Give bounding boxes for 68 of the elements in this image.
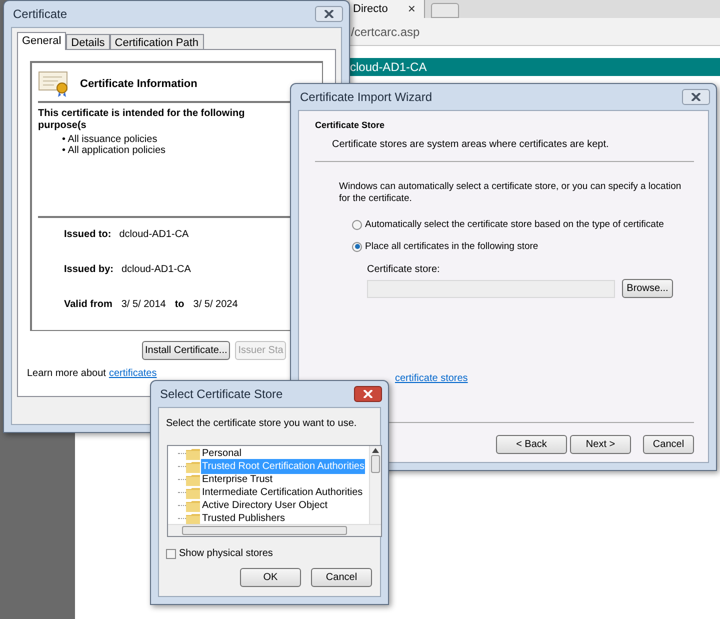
folder-icon: [186, 460, 200, 472]
new-tab-button[interactable]: [431, 3, 459, 18]
scroll-thumb[interactable]: [371, 455, 380, 473]
intro-text: Windows can automatically select a certificate store, or you can specify a location for the certificate.: [339, 180, 682, 204]
store-item[interactable]: Enterprise Trust: [201, 472, 274, 487]
tab-close[interactable]: ×: [408, 0, 416, 19]
dialog-button[interactable]: OK: [240, 568, 301, 587]
dialog-button[interactable]: Install Certificate...: [142, 341, 230, 360]
checkbox-label: Show physical stores: [179, 547, 273, 561]
folder-icon: [186, 448, 200, 460]
dialog-button[interactable]: Next >: [570, 435, 631, 454]
folder-icon: [186, 474, 200, 486]
window-title: Certificate: [13, 6, 68, 23]
address-text[interactable]: /certcarc.asp: [351, 22, 420, 40]
close-icon: [691, 93, 701, 101]
certificate-store-field[interactable]: [367, 280, 615, 298]
radio-label: Automatically select the certificate store based on the type of certificate: [365, 218, 664, 232]
purpose-item: • All application policies: [62, 145, 167, 156]
store-item[interactable]: Intermediate Certification Authorities: [201, 485, 364, 500]
dialog-button[interactable]: Cancel: [643, 435, 694, 454]
checkbox[interactable]: [166, 548, 176, 558]
certificates-link[interactable]: certificates: [108, 366, 157, 381]
certificate-stores-link[interactable]: certificate stores: [395, 371, 694, 386]
browser-tab[interactable]: Directo ×: [350, 0, 425, 18]
dialog-button[interactable]: Browse...: [622, 279, 673, 298]
store-item[interactable]: Personal: [201, 446, 242, 461]
field-label: Issued to:: [64, 228, 112, 240]
field-label: Valid from: [64, 298, 112, 310]
radio-button[interactable]: [352, 220, 362, 230]
window-title: Certificate Import Wizard: [300, 89, 432, 106]
window-title: Select Certificate Store: [160, 386, 283, 403]
purpose-item: • All issuance policies: [62, 134, 158, 145]
dialog-button[interactable]: < Back: [496, 435, 567, 454]
radio-label: Place all certificates in the following store: [365, 240, 538, 254]
section-description: Certificate stores are system areas where certificates are kept.: [331, 138, 610, 152]
field-label: Certificate store:: [367, 263, 441, 277]
field-value: 3/ 5/ 2024: [193, 298, 238, 310]
purpose-heading: This certificate is intended for the following purpose(s: [38, 108, 246, 132]
field-value: dcloud-AD1-CA: [121, 263, 191, 275]
tab[interactable]: Details: [66, 34, 110, 49]
horizontal-scrollbar[interactable]: [168, 524, 381, 536]
close-button[interactable]: [354, 386, 382, 402]
banner-title: cloud-AD1-CA: [350, 59, 427, 76]
close-button[interactable]: [682, 89, 710, 105]
prompt-text: Select the certificate store you want to use.: [166, 417, 358, 431]
info-title: Certificate Information: [80, 76, 198, 92]
scroll-up-icon[interactable]: [372, 448, 379, 453]
tab[interactable]: General: [17, 32, 66, 50]
folder-icon: [186, 486, 200, 498]
vertical-scrollbar[interactable]: [369, 446, 381, 524]
close-button[interactable]: [315, 6, 343, 22]
folder-icon: [186, 500, 200, 512]
field-label: Issued by:: [64, 263, 114, 275]
close-icon: [363, 390, 373, 398]
section-heading: Certificate Store: [315, 119, 386, 132]
radio-button[interactable]: [352, 242, 362, 252]
tab[interactable]: Certification Path: [110, 34, 204, 49]
dialog-button[interactable]: Cancel: [311, 568, 372, 587]
store-item[interactable]: Trusted Publishers: [201, 511, 286, 524]
close-icon: [324, 10, 334, 18]
certificate-icon: [38, 71, 70, 97]
folder-icon: [186, 512, 200, 524]
field-value: dcloud-AD1-CA: [119, 228, 189, 240]
learn-more-text: Learn more about: [27, 367, 106, 381]
field-value: 3/ 5/ 2014: [121, 298, 166, 310]
field-label: to: [174, 298, 184, 310]
store-item[interactable]: Active Directory User Object: [201, 498, 329, 513]
scroll-thumb[interactable]: [182, 526, 347, 535]
